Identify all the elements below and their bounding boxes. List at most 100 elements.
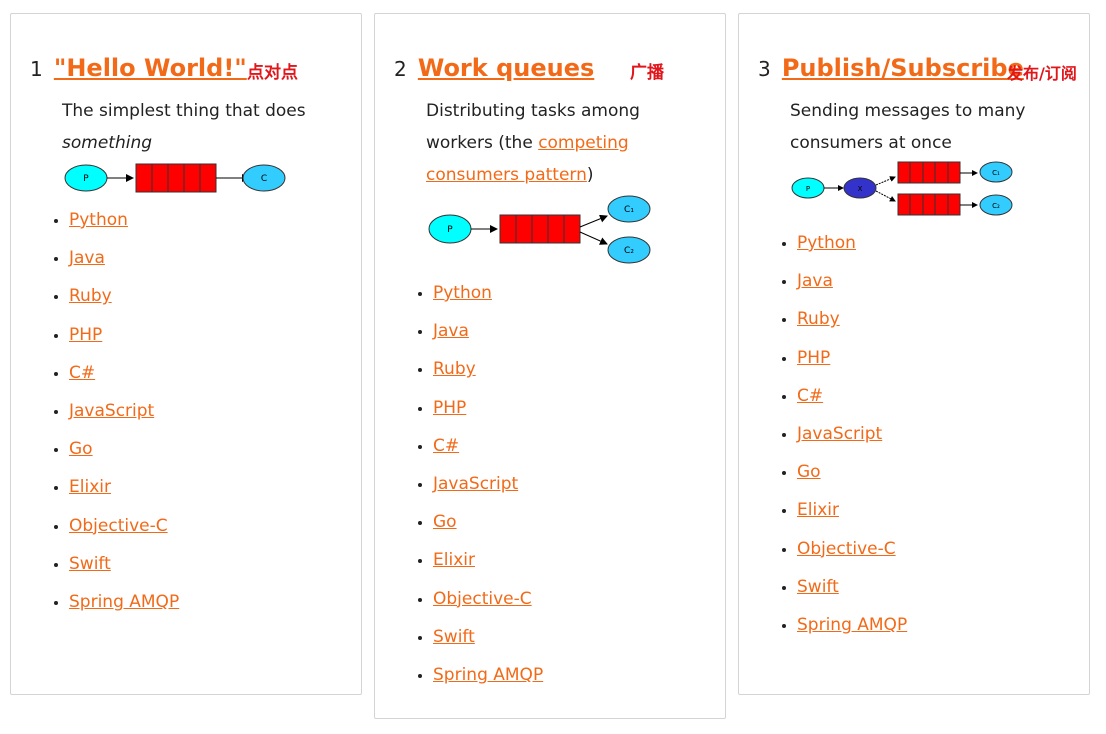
list-item: PHP: [797, 347, 907, 369]
description-line: consumers at once: [790, 133, 952, 153]
language-list: Python Java Ruby PHP C# JavaScript Go El…: [777, 232, 907, 652]
language-link-ruby[interactable]: Ruby: [797, 309, 840, 329]
language-link-javascript[interactable]: JavaScript: [433, 474, 518, 494]
language-link-csharp[interactable]: C#: [69, 363, 95, 383]
exchange-label: X: [858, 185, 863, 193]
consumers-pattern-link[interactable]: consumers pattern: [426, 165, 587, 185]
list-item: Ruby: [433, 358, 543, 380]
language-link-python[interactable]: Python: [433, 283, 492, 303]
language-link-java[interactable]: Java: [433, 321, 469, 341]
language-list: Python Java Ruby PHP C# JavaScript Go El…: [49, 209, 179, 629]
list-item: Swift: [433, 626, 543, 648]
queue-box-2: [897, 193, 961, 216]
list-item: Spring AMQP: [69, 591, 179, 613]
tutorial-title-link[interactable]: "Hello World!": [54, 54, 247, 82]
queue-box-1: [897, 161, 961, 184]
work-queues-diagram: P C₁ C₂: [428, 195, 651, 264]
language-link-go[interactable]: Go: [69, 439, 93, 459]
language-link-spring-amqp[interactable]: Spring AMQP: [69, 592, 179, 612]
consumer-2-label: C₂: [992, 202, 1000, 210]
queue-box: [135, 163, 217, 193]
list-item: Go: [69, 438, 179, 460]
tutorial-card-1: 1 "Hello World!" 点对点 The simplest thing …: [10, 13, 362, 695]
language-link-swift[interactable]: Swift: [797, 577, 839, 597]
language-link-csharp[interactable]: C#: [797, 386, 823, 406]
description-emphasis: something: [62, 133, 153, 153]
language-link-javascript[interactable]: JavaScript: [69, 401, 154, 421]
producer-label: P: [447, 225, 453, 235]
description-line: The simplest thing that does: [62, 101, 306, 121]
language-link-go[interactable]: Go: [797, 462, 821, 482]
description-text: ): [586, 165, 594, 185]
list-item: C#: [69, 362, 179, 384]
tutorial-description: The simplest thing that does something: [62, 95, 306, 159]
language-link-python[interactable]: Python: [797, 233, 856, 253]
tutorial-card-2: 2 Work queues 广播 Distributing tasks amon…: [374, 13, 726, 719]
list-item: Python: [433, 282, 543, 304]
list-item: Python: [69, 209, 179, 231]
language-link-elixir[interactable]: Elixir: [797, 500, 839, 520]
list-item: PHP: [433, 397, 543, 419]
list-item: PHP: [69, 324, 179, 346]
annotation-note: 发布/订阅: [1007, 64, 1077, 83]
list-item: Spring AMQP: [797, 614, 907, 636]
description-line: Sending messages to many: [790, 101, 1026, 121]
card-title-row: 3 Publish/Subscribe: [758, 54, 1024, 82]
consumer-1-label: C₁: [992, 169, 1000, 177]
language-link-php[interactable]: PHP: [797, 348, 830, 368]
annotation-note: 点对点: [247, 63, 298, 83]
language-link-php[interactable]: PHP: [433, 398, 466, 418]
list-item: Go: [797, 461, 907, 483]
list-item: C#: [433, 435, 543, 457]
language-link-elixir[interactable]: Elixir: [433, 550, 475, 570]
language-link-swift[interactable]: Swift: [433, 627, 475, 647]
tutorial-description: Distributing tasks among workers (the co…: [426, 95, 640, 191]
tutorial-card-3: 3 Publish/Subscribe 发布/订阅 Sending messag…: [738, 13, 1090, 695]
list-item: JavaScript: [69, 400, 179, 422]
list-item: Python: [797, 232, 907, 254]
list-item: Ruby: [797, 308, 907, 330]
language-link-java[interactable]: Java: [69, 248, 105, 268]
description-line: Distributing tasks among: [426, 101, 640, 121]
language-link-ruby[interactable]: Ruby: [69, 286, 112, 306]
language-link-spring-amqp[interactable]: Spring AMQP: [797, 615, 907, 635]
description-text: workers (the: [426, 133, 539, 153]
producer-label: P: [83, 174, 89, 184]
annotation-note: 广播: [630, 63, 664, 83]
language-link-swift[interactable]: Swift: [69, 554, 111, 574]
language-link-objective-c[interactable]: Objective-C: [433, 589, 532, 609]
publish-subscribe-diagram: P X C₁ C₂: [791, 161, 1013, 216]
consumer-label: C: [261, 174, 267, 184]
language-link-csharp[interactable]: C#: [433, 436, 459, 456]
list-item: Objective-C: [433, 588, 543, 610]
language-link-spring-amqp[interactable]: Spring AMQP: [433, 665, 543, 685]
list-item: Elixir: [69, 476, 179, 498]
tutorial-description: Sending messages to many consumers at on…: [790, 95, 1025, 159]
language-link-go[interactable]: Go: [433, 512, 457, 532]
list-item: Swift: [69, 553, 179, 575]
producer-label: P: [806, 185, 810, 193]
language-link-ruby[interactable]: Ruby: [433, 359, 476, 379]
list-item: C#: [797, 385, 907, 407]
list-item: Objective-C: [69, 515, 179, 537]
list-item: Java: [797, 270, 907, 292]
list-item: Objective-C: [797, 538, 907, 560]
language-link-python[interactable]: Python: [69, 210, 128, 230]
language-list: Python Java Ruby PHP C# JavaScript Go El…: [413, 282, 543, 702]
language-link-elixir[interactable]: Elixir: [69, 477, 111, 497]
language-link-php[interactable]: PHP: [69, 325, 102, 345]
language-link-java[interactable]: Java: [797, 271, 833, 291]
language-link-objective-c[interactable]: Objective-C: [69, 516, 168, 536]
list-item: Elixir: [433, 549, 543, 571]
list-item: Ruby: [69, 285, 179, 307]
tutorial-number: 3: [758, 57, 771, 81]
consumer-2-label: C₂: [624, 246, 634, 256]
list-item: Java: [433, 320, 543, 342]
queue-box: [499, 214, 581, 244]
language-link-javascript[interactable]: JavaScript: [797, 424, 882, 444]
tutorial-number: 1: [30, 57, 43, 81]
language-link-objective-c[interactable]: Objective-C: [797, 539, 896, 559]
tutorial-title-link[interactable]: Work queues: [418, 54, 594, 82]
competing-consumers-link[interactable]: competing: [538, 133, 629, 153]
tutorial-title-link[interactable]: Publish/Subscribe: [782, 54, 1024, 82]
